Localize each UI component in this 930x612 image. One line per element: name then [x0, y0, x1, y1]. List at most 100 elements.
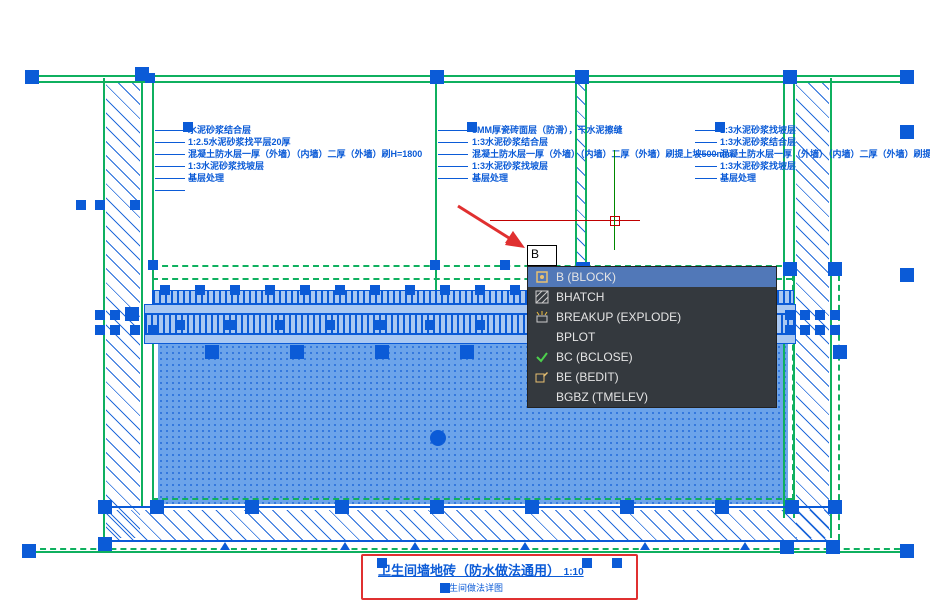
note-right-3: 混凝土防水层一厚（外墙）（内墙）二厚（外墙）刷提上坡500mm [720, 149, 930, 159]
selection-grip[interactable] [440, 285, 450, 295]
selection-grip[interactable] [475, 320, 485, 330]
selection-grip[interactable] [620, 500, 634, 514]
selection-grip[interactable] [800, 310, 810, 320]
leader [438, 166, 468, 167]
note-center-5: 基层处理 [472, 173, 508, 183]
selection-grip[interactable] [95, 310, 105, 320]
autocomplete-item-breakup[interactable]: BREAKUP (EXPLODE) [528, 307, 776, 327]
selection-grip[interactable] [510, 285, 520, 295]
command-input[interactable]: B [527, 245, 557, 266]
selection-grip[interactable] [130, 325, 140, 335]
selection-grip[interactable] [375, 320, 385, 330]
selection-grip[interactable] [460, 345, 474, 359]
selection-grip[interactable] [430, 260, 440, 270]
selection-grip[interactable] [500, 260, 510, 270]
selection-grip[interactable] [780, 540, 794, 554]
command-input-value: B [531, 247, 539, 261]
selection-grip[interactable] [95, 200, 105, 210]
selection-grip[interactable] [430, 70, 444, 84]
hatch-icon [534, 289, 550, 305]
selection-grip[interactable] [783, 70, 797, 84]
selection-grip[interactable] [325, 320, 335, 330]
autocomplete-item-bgbz[interactable]: BGBZ (TMELEV) [528, 387, 776, 407]
drawing-title-scale: 1:10 [564, 567, 584, 578]
selection-grip[interactable] [98, 500, 112, 514]
selection-grip[interactable] [98, 537, 112, 551]
selection-grip[interactable] [828, 262, 842, 276]
note-center-4: 1:3水泥砂浆找坡层 [472, 161, 548, 171]
selection-grip[interactable] [900, 70, 914, 84]
selection-grip[interactable] [900, 544, 914, 558]
selection-grip[interactable] [22, 544, 36, 558]
autocomplete-item-bplot[interactable]: BPLOT [528, 327, 776, 347]
selection-grip[interactable] [25, 70, 39, 84]
selection-grip[interactable] [150, 500, 164, 514]
selection-grip[interactable] [715, 500, 729, 514]
selection-grip[interactable] [335, 500, 349, 514]
selection-grip[interactable] [475, 285, 485, 295]
selection-grip[interactable] [130, 200, 140, 210]
selection-grip[interactable] [245, 500, 259, 514]
selection-grip[interactable] [800, 325, 810, 335]
selection-grip[interactable] [783, 262, 797, 276]
selection-grip[interactable] [425, 320, 435, 330]
selection-grip[interactable] [375, 345, 389, 359]
selection-grip[interactable] [830, 310, 840, 320]
selection-grip[interactable] [828, 500, 842, 514]
selection-grip[interactable] [110, 310, 120, 320]
blank-icon [534, 389, 550, 405]
selection-grip[interactable] [160, 285, 170, 295]
selection-grip[interactable] [290, 345, 304, 359]
selection-grip[interactable] [110, 325, 120, 335]
selection-grip[interactable] [826, 540, 840, 554]
selection-grip[interactable] [575, 70, 589, 84]
leader [695, 166, 717, 167]
selection-grip[interactable] [225, 320, 235, 330]
selection-grip[interactable] [785, 325, 795, 335]
leader [438, 130, 468, 131]
selection-grip[interactable] [183, 122, 193, 132]
selection-grip[interactable] [715, 122, 725, 132]
bottom-hatch [106, 510, 831, 542]
note-left-4: 1:3水泥砂浆找坡层 [188, 161, 264, 171]
selection-grip[interactable] [148, 260, 158, 270]
autocomplete-item-bhatch[interactable]: BHATCH [528, 287, 776, 307]
selection-grip[interactable] [900, 125, 914, 139]
note-left-3: 混凝土防水层一厚（外墙）（内墙）二厚（外墙）刷H=1800 [188, 149, 422, 159]
selection-grip[interactable] [205, 345, 219, 359]
selection-grip[interactable] [195, 285, 205, 295]
selection-grip[interactable] [275, 320, 285, 330]
selection-grip[interactable] [230, 285, 240, 295]
selection-grip[interactable] [148, 325, 158, 335]
selection-grip[interactable] [430, 500, 444, 514]
selection-grip[interactable] [125, 307, 139, 321]
selection-grip[interactable] [900, 268, 914, 282]
selection-grip[interactable] [785, 500, 799, 514]
selection-grip[interactable] [467, 122, 477, 132]
red-arrow-annotation [455, 203, 535, 258]
selection-grip[interactable] [815, 325, 825, 335]
selection-grip[interactable] [833, 345, 847, 359]
autocomplete-menu[interactable]: B (BLOCK) BHATCH BREAKUP (EXPLODE) BPLOT… [527, 266, 777, 408]
bedit-icon [534, 369, 550, 385]
selection-grip[interactable] [830, 325, 840, 335]
selection-grip[interactable] [95, 325, 105, 335]
autocomplete-item-be[interactable]: BE (BEDIT) [528, 367, 776, 387]
selection-grip[interactable] [785, 310, 795, 320]
autocomplete-item-bc[interactable]: BC (BCLOSE) [528, 347, 776, 367]
selection-grip[interactable] [405, 285, 415, 295]
autocomplete-label: BHATCH [556, 290, 604, 304]
selection-grip[interactable] [370, 285, 380, 295]
drawing-title-main: 卫生间墙地砖（防水做法通用） [378, 563, 560, 578]
selection-grip[interactable] [145, 73, 155, 83]
selection-grip[interactable] [265, 285, 275, 295]
selection-grip[interactable] [525, 500, 539, 514]
selection-grip[interactable] [76, 200, 86, 210]
selection-grip[interactable] [300, 285, 310, 295]
autocomplete-item-block[interactable]: B (BLOCK) [528, 267, 776, 287]
autocomplete-label: BC (BCLOSE) [556, 350, 633, 364]
selection-grip[interactable] [175, 320, 185, 330]
cad-viewport[interactable]: 水泥砂浆结合层 1:2.5水泥砂浆找平层20厚 混凝土防水层一厚（外墙）（内墙）… [0, 0, 930, 612]
selection-grip[interactable] [335, 285, 345, 295]
selection-grip[interactable] [815, 310, 825, 320]
